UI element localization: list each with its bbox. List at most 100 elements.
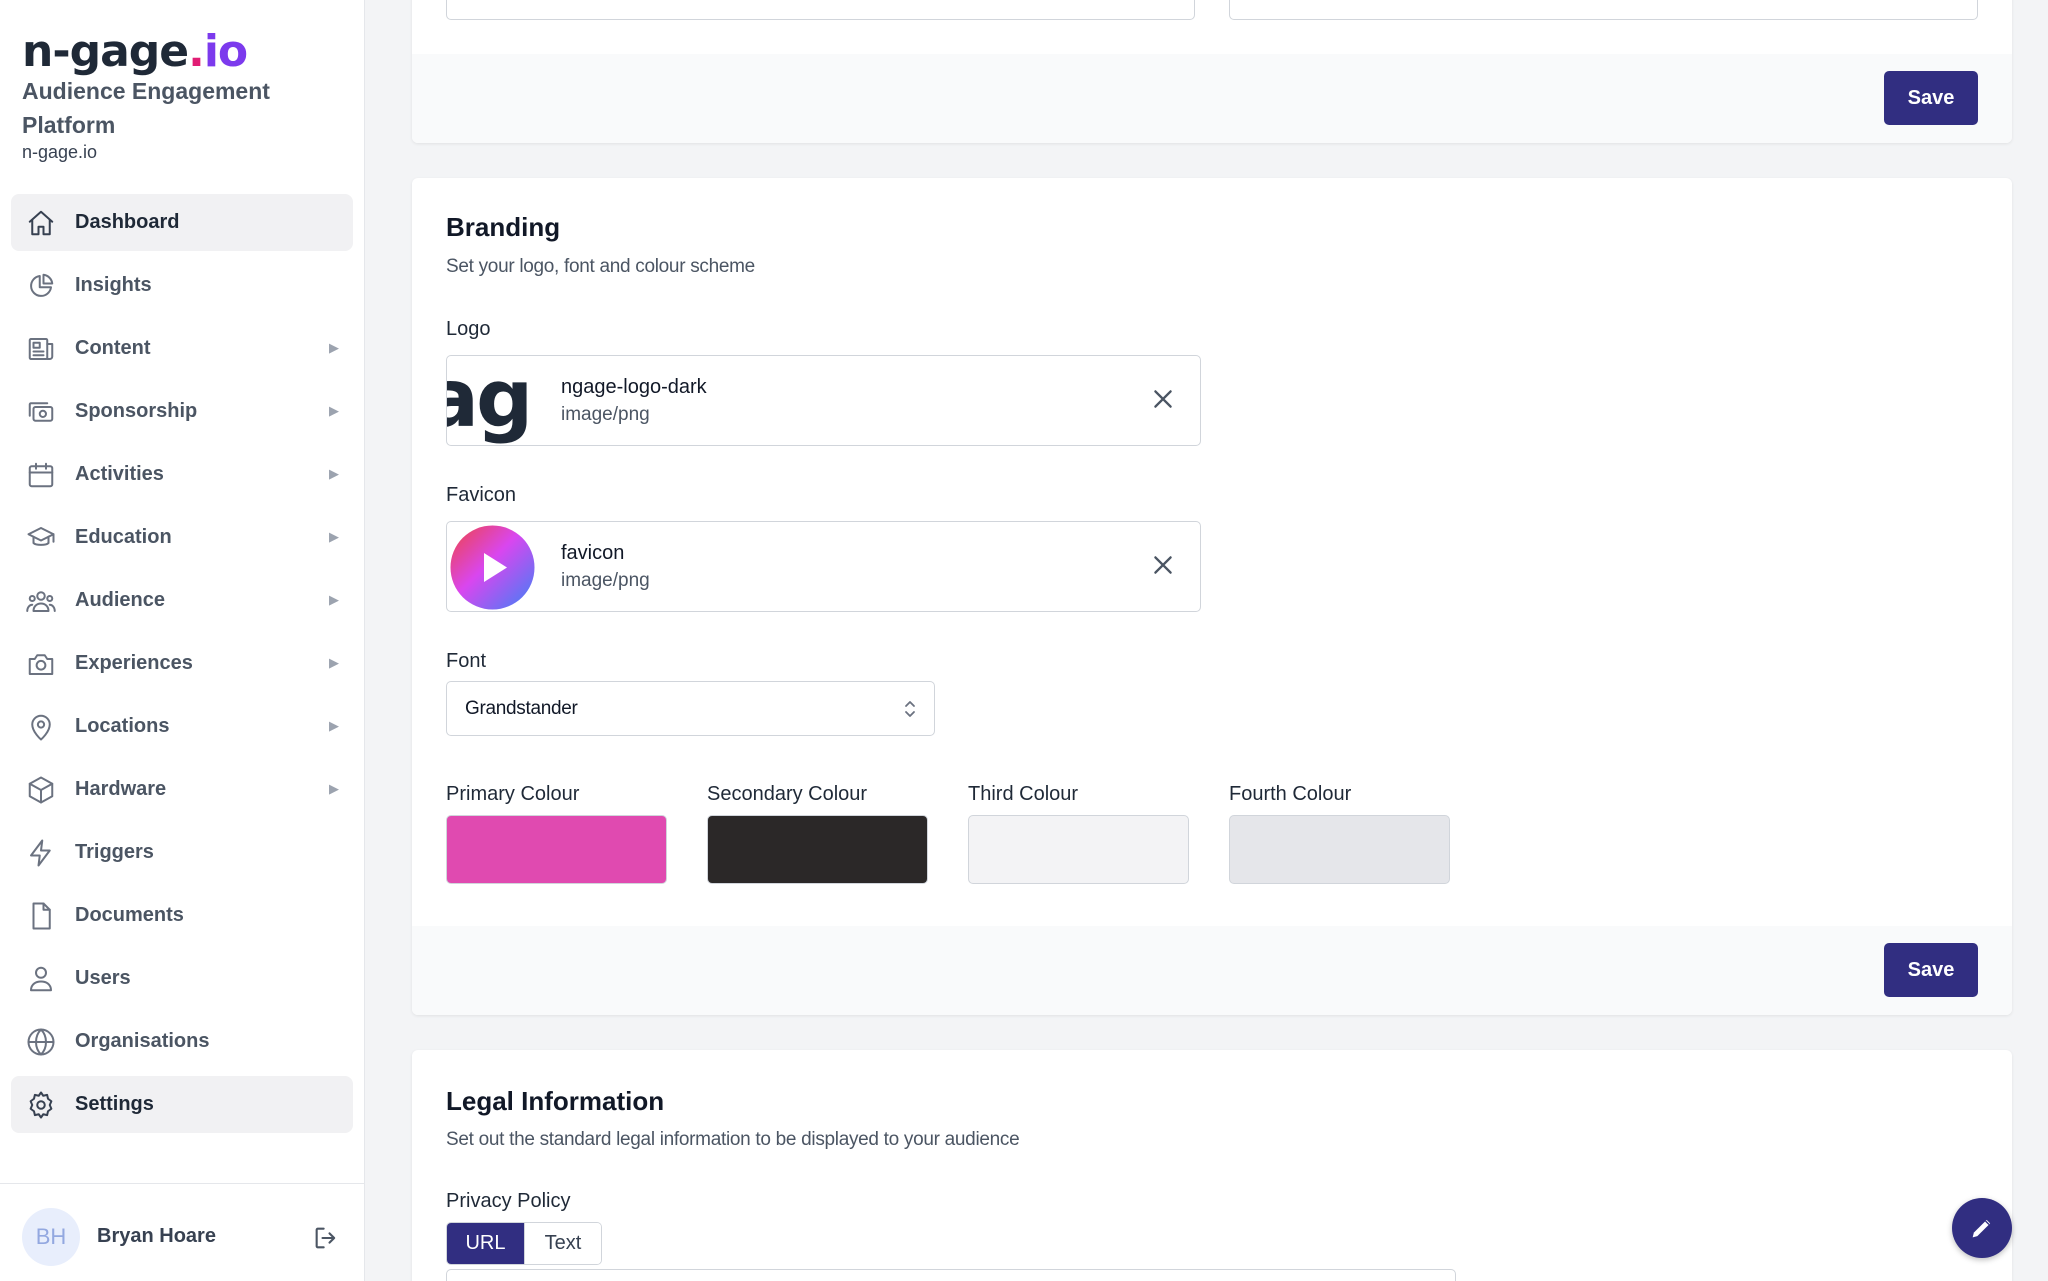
gear-icon <box>25 1089 57 1121</box>
third-colour-label: Third Colour <box>968 783 1079 805</box>
logo-text: n-gage <box>22 26 189 77</box>
toggle-url[interactable]: URL <box>447 1223 524 1264</box>
cube-icon <box>25 774 57 806</box>
text-field-partial[interactable] <box>1229 0 1978 20</box>
logo-file-type: image/png <box>561 404 650 425</box>
cash-icon <box>25 396 57 428</box>
logout-icon[interactable] <box>312 1224 342 1254</box>
logo-dot: . <box>188 26 205 77</box>
card-footer: Save <box>412 926 2012 1015</box>
location-pin-icon <box>25 711 57 743</box>
section-subtitle: Set your logo, font and colour scheme <box>446 256 755 277</box>
privacy-policy-url-input[interactable] <box>446 1269 1456 1281</box>
document-icon <box>25 900 57 932</box>
sidebar-item-label: Locations <box>75 715 170 737</box>
sidebar-item-label: Documents <box>75 904 184 926</box>
save-button[interactable]: Save <box>1884 943 1978 997</box>
sidebar-item-label: Activities <box>75 463 164 485</box>
sidebar: n-gage. io Audience Engagement Platform n… <box>0 0 365 1281</box>
logo-file: ag ngage-logo-dark image/png <box>446 355 1201 446</box>
sidebar-item-content[interactable]: Content ▶ <box>11 320 353 377</box>
remove-favicon-close-icon[interactable] <box>1150 552 1178 580</box>
sidebar-item-audience[interactable]: Audience ▶ <box>11 572 353 629</box>
fourth-colour-swatch[interactable] <box>1229 815 1450 884</box>
sidebar-item-label: Audience <box>75 589 166 611</box>
newspaper-icon <box>25 333 57 365</box>
avatar[interactable]: BH <box>22 1208 80 1266</box>
sidebar-item-dashboard[interactable]: Dashboard <box>11 194 353 251</box>
sidebar-item-label: Insights <box>75 274 152 296</box>
calendar-icon <box>25 459 57 491</box>
section-subtitle: Set out the standard legal information t… <box>446 1129 1020 1150</box>
camera-icon <box>25 648 57 680</box>
branding-card: Branding Set your logo, font and colour … <box>412 178 2012 1015</box>
secondary-colour-swatch[interactable] <box>707 815 928 884</box>
chevron-right-icon: ▶ <box>329 466 339 481</box>
sidebar-item-label: Sponsorship <box>75 400 198 422</box>
sidebar-item-experiences[interactable]: Experiences ▶ <box>11 635 353 692</box>
favicon-file-name: favicon <box>561 542 625 564</box>
logo-file-name: ngage-logo-dark <box>561 376 707 398</box>
chevron-right-icon: ▶ <box>329 718 339 733</box>
logo-thumbnail-text: ag <box>447 356 533 445</box>
save-button[interactable]: Save <box>1884 71 1978 125</box>
pencil-icon <box>1972 1219 1991 1238</box>
font-select-value: Grandstander <box>465 698 578 719</box>
sidebar-item-label: Education <box>75 526 172 548</box>
third-colour-swatch[interactable] <box>968 815 1189 884</box>
toggle-text[interactable]: Text <box>524 1223 601 1264</box>
brand-logo[interactable]: n-gage. io <box>22 24 248 80</box>
sidebar-item-settings[interactable]: Settings <box>11 1076 353 1133</box>
logo-label: Logo <box>446 318 491 340</box>
section-title: Legal Information <box>446 1086 665 1116</box>
sidebar-item-label: Dashboard <box>75 211 180 233</box>
section-title: Branding <box>446 212 561 242</box>
home-icon <box>25 207 57 239</box>
favicon-label: Favicon <box>446 484 517 506</box>
secondary-colour-label: Secondary Colour <box>707 783 868 805</box>
sidebar-item-triggers[interactable]: Triggers <box>11 824 353 881</box>
user-icon <box>25 963 57 995</box>
sidebar-item-label: Organisations <box>75 1030 210 1052</box>
sidebar-item-users[interactable]: Users <box>11 950 353 1007</box>
edit-fab-button[interactable] <box>1952 1198 2012 1258</box>
globe-icon <box>25 1026 57 1058</box>
sidebar-item-label: Triggers <box>75 841 154 863</box>
sidebar-item-organisations[interactable]: Organisations <box>11 1013 353 1070</box>
pie-chart-icon <box>25 270 57 302</box>
favicon-file-type: image/png <box>561 570 650 591</box>
sidebar-item-hardware[interactable]: Hardware ▶ <box>11 761 353 818</box>
chevron-right-icon: ▶ <box>329 655 339 670</box>
sidebar-item-locations[interactable]: Locations ▶ <box>11 698 353 755</box>
primary-colour-swatch[interactable] <box>446 815 667 884</box>
sidebar-nav: Dashboard Insights Content ▶ Sponsorship… <box>11 194 353 1139</box>
logo-io: io <box>203 26 248 77</box>
brand-title: Audience Engagement Platform <box>22 78 270 138</box>
chevron-right-icon: ▶ <box>329 340 339 355</box>
text-field-partial[interactable] <box>446 0 1195 20</box>
font-select[interactable]: Grandstander <box>446 681 935 736</box>
chevron-right-icon: ▶ <box>329 592 339 607</box>
chevron-up-down-icon <box>905 701 915 717</box>
remove-logo-close-icon[interactable] <box>1150 386 1178 414</box>
privacy-policy-mode-toggle: URL Text <box>446 1222 602 1265</box>
sidebar-item-insights[interactable]: Insights <box>11 257 353 314</box>
chevron-right-icon: ▶ <box>329 781 339 796</box>
card-footer: Save <box>412 54 2012 143</box>
sidebar-item-documents[interactable]: Documents <box>11 887 353 944</box>
previous-settings-card: Save <box>412 0 2012 143</box>
sidebar-item-activities[interactable]: Activities ▶ <box>11 446 353 503</box>
font-label: Font <box>446 650 487 672</box>
user-name: Bryan Hoare <box>97 1225 216 1247</box>
sidebar-item-label: Experiences <box>75 652 193 674</box>
chevron-right-icon: ▶ <box>329 403 339 418</box>
user-bar: BH Bryan Hoare <box>0 1183 365 1281</box>
sidebar-item-label: Settings <box>75 1093 154 1115</box>
sidebar-item-education[interactable]: Education ▶ <box>11 509 353 566</box>
chevron-right-icon: ▶ <box>329 529 339 544</box>
lightning-icon <box>25 837 57 869</box>
academic-cap-icon <box>25 522 57 554</box>
sidebar-item-sponsorship[interactable]: Sponsorship ▶ <box>11 383 353 440</box>
sidebar-item-label: Hardware <box>75 778 167 800</box>
sidebar-item-label: Content <box>75 337 151 359</box>
